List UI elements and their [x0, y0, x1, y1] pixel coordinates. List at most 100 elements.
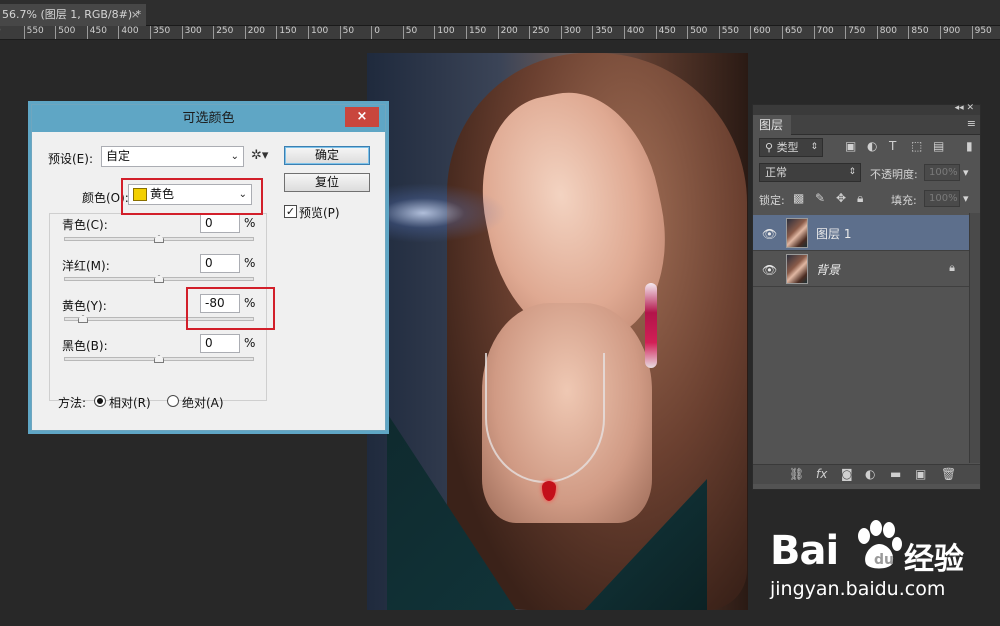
selective-color-dialog: 可选颜色 × 预设(E): 自定 ⌄ ✲▾ 确定 复位 ✓ 预览(P) 颜色(O… — [31, 104, 386, 431]
ruler-tick: 150 — [276, 26, 297, 39]
ruler-tick: 0 — [0, 26, 1, 39]
preset-label: 预设(E): — [48, 152, 93, 166]
image-earring — [645, 283, 657, 368]
ok-button[interactable]: 确定 — [284, 146, 370, 165]
lock-all-icon[interactable]: 🔒︎ — [857, 191, 863, 206]
blend-mode-select[interactable]: 正常 ⇕ — [759, 163, 861, 182]
layers-scrollbar[interactable] — [969, 213, 980, 463]
magenta-label: 洋红(M): — [62, 259, 110, 273]
layer-row-background[interactable]: 👁︎ 背景 🔒︎ — [753, 251, 969, 287]
opacity-input[interactable]: 100% — [924, 164, 960, 181]
lock-icon: 🔒︎ — [949, 261, 955, 274]
cyan-percent: % — [244, 216, 256, 230]
ruler-tick: 350 — [150, 26, 170, 39]
dialog-close-button[interactable]: × — [345, 107, 379, 127]
black-input[interactable]: 0 — [200, 334, 240, 353]
gear-icon[interactable]: ✲▾ — [251, 148, 268, 163]
ruler-tick: 600 — [750, 26, 771, 39]
ruler-tick: 800 — [876, 26, 897, 39]
ruler-tick: 550 — [23, 26, 44, 39]
type-filter-icon[interactable]: T — [889, 139, 896, 153]
filter-toggle-icon[interactable]: ▮ — [966, 139, 973, 153]
watermark-cn-text: 经验 — [904, 542, 964, 577]
shape-filter-icon[interactable]: ⬚ — [911, 139, 922, 153]
collapse-icon[interactable]: ◂◂ ✕ — [955, 103, 974, 113]
lock-paint-icon[interactable]: ✎ — [815, 191, 825, 205]
panel-menu-icon[interactable]: ≡ — [967, 117, 976, 130]
reset-button[interactable]: 复位 — [284, 173, 370, 192]
ruler-tick: 100 — [434, 26, 455, 39]
canvas-image — [367, 53, 748, 610]
preset-value: 自定 — [106, 149, 131, 163]
chevron-down-icon[interactable]: ▾ — [963, 166, 969, 179]
horizontal-ruler: 0550500450400350300250200150100500501001… — [0, 26, 1000, 40]
ruler-tick: 250 — [529, 26, 549, 39]
cyan-input[interactable]: 0 — [200, 214, 240, 233]
preview-checkbox[interactable]: ✓ — [284, 205, 297, 218]
magenta-percent: % — [244, 256, 256, 270]
layers-panel: ◂◂ ✕ 图层 ≡ ⚲ 类型 ⇕ ▣ ◐ T ⬚ ▤ ▮ 正常 ⇕ 不透明度: … — [752, 103, 981, 490]
layer-row-layer1[interactable]: 👁︎ 图层 1 — [753, 215, 969, 251]
chevron-down-icon[interactable]: ▾ — [963, 192, 969, 205]
watermark-url: jingyan.baidu.com — [770, 578, 946, 600]
eye-icon[interactable]: 👁︎ — [762, 263, 777, 277]
tab-layers[interactable]: 图层 — [753, 115, 791, 135]
stepper-icon: ⇕ — [810, 142, 818, 152]
trash-icon[interactable]: 🗑︎ — [941, 467, 956, 481]
highlight-colors-select — [121, 178, 263, 215]
ruler-tick: 350 — [592, 26, 613, 39]
magenta-input[interactable]: 0 — [200, 254, 240, 273]
ruler-tick: 400 — [624, 26, 644, 39]
ruler-tick: 50 — [339, 26, 354, 39]
ruler-tick: 450 — [655, 26, 676, 39]
ruler-tick: 0 — [371, 26, 380, 39]
ruler-tick: 850 — [908, 26, 929, 39]
adjustment-filter-icon[interactable]: ◐ — [867, 139, 877, 153]
pixel-filter-icon[interactable]: ▣ — [845, 139, 856, 153]
document-tab[interactable]: 56.7% (图层 1, RGB/8#) * × — [0, 4, 146, 26]
paw-icon: du — [858, 520, 902, 569]
layer-mask-icon[interactable]: ◙ — [841, 467, 853, 481]
lock-label: 锁定: — [759, 194, 785, 207]
ruler-tick: 250 — [213, 26, 233, 39]
filter-type-value: 类型 — [776, 141, 799, 154]
baidu-watermark: Bai du 经验 jingyan.baidu.com — [770, 520, 980, 610]
ruler-tick: 700 — [813, 26, 834, 39]
fill-label: 填充: — [891, 194, 917, 207]
lock-position-icon[interactable]: ✥ — [836, 191, 846, 205]
absolute-radio[interactable] — [167, 395, 179, 407]
relative-radio[interactable] — [94, 395, 106, 407]
blend-mode-value: 正常 — [765, 166, 787, 179]
method-label: 方法: — [58, 396, 87, 410]
adjustment-layer-icon[interactable]: ◐ — [865, 467, 875, 481]
filter-type-select[interactable]: ⚲ 类型 ⇕ — [759, 138, 823, 157]
new-layer-icon[interactable]: ▣ — [915, 467, 926, 481]
preset-select[interactable]: 自定 ⌄ — [101, 146, 244, 167]
ruler-tick: 900 — [940, 26, 960, 39]
smart-object-filter-icon[interactable]: ▤ — [933, 139, 944, 153]
new-group-icon[interactable]: ▬ — [890, 467, 901, 481]
fx-icon[interactable]: fx — [816, 467, 827, 481]
search-icon: ⚲ — [765, 141, 777, 154]
ruler-tick: 50 — [402, 26, 417, 39]
ruler-tick: 300 — [181, 26, 202, 39]
link-layers-icon[interactable]: ⛓ — [789, 467, 804, 481]
ruler-tick: 150 — [466, 26, 486, 39]
ruler-tick: 200 — [497, 26, 518, 39]
chevron-down-icon: ⌄ — [230, 151, 239, 162]
ruler-tick: 550 — [718, 26, 739, 39]
close-icon[interactable]: × — [131, 4, 140, 26]
ruler-tick: 450 — [86, 26, 107, 39]
eye-icon[interactable]: 👁︎ — [762, 227, 777, 241]
highlight-yellow-value — [186, 287, 275, 330]
ruler-tick: 500 — [55, 26, 75, 39]
ruler-tick: 100 — [308, 26, 328, 39]
ruler-tick: 400 — [118, 26, 139, 39]
layer-thumbnail — [786, 218, 808, 248]
lock-transparency-icon[interactable]: ▩ — [793, 191, 804, 205]
layers-bottom-toolbar: ⛓ fx ◙ ◐ ▬ ▣ 🗑︎ — [753, 464, 980, 484]
absolute-label: 绝对(A) — [182, 396, 224, 410]
document-tab-title: 56.7% (图层 1, RGB/8#) * — [2, 8, 142, 21]
image-necklace — [485, 353, 605, 483]
fill-input[interactable]: 100% — [924, 190, 960, 207]
